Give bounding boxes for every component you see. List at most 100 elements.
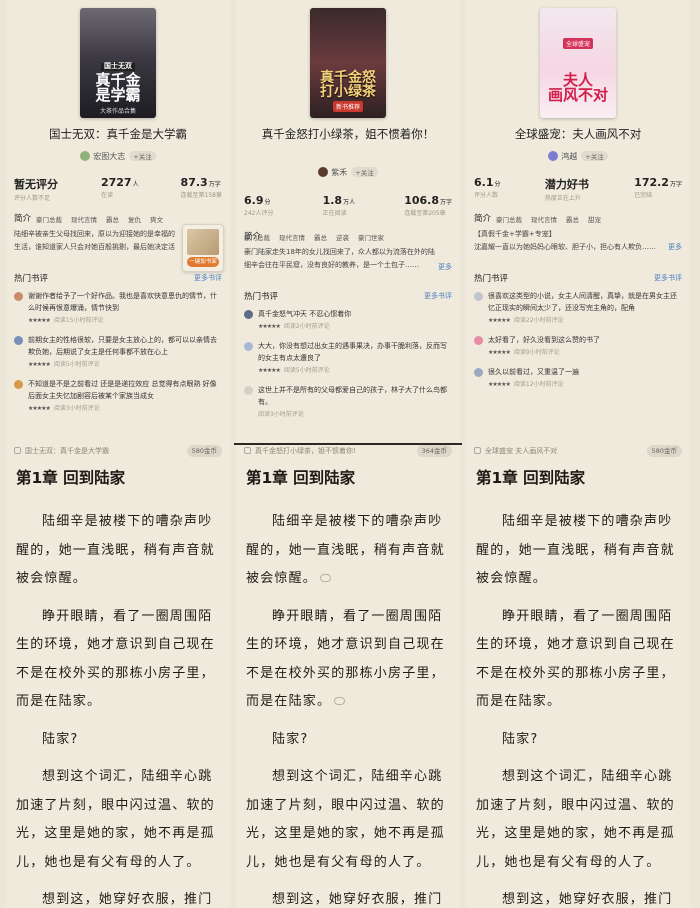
more-reviews-link[interactable]: 更多书评	[194, 273, 222, 283]
more-link[interactable]: 更多	[438, 262, 452, 272]
tag[interactable]: 霸总	[566, 216, 579, 224]
book-column-2: 真千金怒 打小绿茶 新书推荐 真千金怒打小绿茶，姐不惯着你！ 紫禾 +关注 6.9…	[236, 0, 460, 908]
stat-readers: 1.8万人 正在阅读	[322, 194, 356, 217]
hot-reviews-label: 热门书评	[244, 292, 279, 302]
author-avatar	[548, 151, 559, 161]
review-item[interactable]: 太好看了，好久没看到这么赞的书了 ★★★★★ 阅读9小时前评论	[474, 334, 680, 356]
rating-stars: ★★★★★	[28, 361, 51, 368]
add-to-shelf-button[interactable]: 一键加书架	[187, 257, 219, 267]
cover-title-line: 是学霸	[95, 86, 141, 105]
chapter-body: 陆细辛是被楼下的嘈杂声吵醒的，她一直浅眠，稍有声音就被会惊醒。 睁开眼睛，看了一…	[16, 508, 226, 908]
review-item[interactable]: 很久以前看过，又重温了一遍 ★★★★★ 阅读12小时前评论	[474, 366, 680, 388]
paragraph: 睁开眼睛，看了一圈周围陌生的环境，她才意识到自己现在不是在校外买的那栋小房子里，…	[476, 608, 675, 710]
intro-label: 简介	[14, 214, 32, 224]
tag[interactable]: 复仇	[128, 216, 141, 224]
stats-row: 暂无评分 评分人数不足 2727人 在读 87.3万字 连载至第158章	[14, 176, 222, 202]
review-item[interactable]: 这世上并不是所有的父母都爱自己的孩子，林子大了什么鸟都有。 阅读3小时前评论	[244, 384, 450, 418]
tag[interactable]: 爽文	[150, 216, 163, 224]
tag[interactable]: 豪门总裁	[496, 216, 522, 224]
cover-title-line: 打小绿茶	[320, 84, 376, 101]
author-row: 鸿越 +关注	[466, 151, 690, 162]
intro-text[interactable]: 陆细辛被亲生父母找回来，原以为迎接她的是幸福的生活，谁知道家人只会对她百般挑剔，…	[14, 228, 180, 254]
tag[interactable]: 霸总	[314, 234, 327, 242]
follow-button[interactable]: +关注	[581, 151, 608, 161]
reviewer-avatar	[244, 342, 253, 351]
stat-words[interactable]: 172.2万字 已完结	[634, 176, 682, 202]
review-meta: 阅读22小时前评论	[513, 317, 564, 324]
back-icon[interactable]	[474, 447, 481, 454]
reviewer-avatar	[474, 336, 483, 345]
tag-list: 豪门总裁 现代言情 霸总 逆袭 豪门世家	[244, 232, 454, 242]
book-cover[interactable]: 全球盛宠 夫人 画风不对	[540, 8, 616, 118]
follow-button[interactable]: +关注	[351, 167, 378, 177]
rating-stars: ★★★★★	[258, 323, 281, 330]
reviewer-avatar	[474, 292, 483, 301]
stat-rating[interactable]: 6.9分 242人评分	[244, 194, 273, 217]
review-item[interactable]: 前期女主的性格很软，只要是女主放心上的，都可以以亲情去欺负她，后期说了女主是任何…	[14, 334, 220, 368]
comment-icon[interactable]	[334, 697, 346, 705]
book-title: 国士无双：真千金是大学霸	[49, 127, 187, 141]
chapter-body: 陆细辛是被楼下的嘈杂声吵醒的，她一直浅眠，稍有声音就被会惊醒。 睁开眼睛，看了一…	[476, 508, 686, 908]
paragraph: 想到这个词汇，陆细辛心跳加速了片刻，眼中闪过温、软的光，这里是她的家，她不再是孤…	[246, 769, 445, 870]
review-item[interactable]: 谢谢作者给予了一个好作品。我也是喜欢快意恩仇的情节，什么时候再恨意爆涌，情节快到…	[14, 290, 220, 324]
book-cover[interactable]: 真千金怒 打小绿茶 新书推荐	[310, 8, 386, 118]
intro-text[interactable]: 【真假千金+学霸+专宠】 沈嘉耀一直以为她妈妈心眼软、胆子小，担心有人欺负……	[474, 228, 670, 254]
review-text: 这世上并不是所有的父母都爱自己的孩子，林子大了什么鸟都有。	[258, 386, 447, 406]
tag[interactable]: 逆袭	[336, 234, 349, 242]
tag[interactable]: 豪门总裁	[244, 234, 270, 242]
author-name[interactable]: 鸿越	[561, 152, 577, 161]
paragraph: 想到这，她穿好衣服，推门下	[42, 892, 213, 907]
reviewer-avatar	[474, 368, 483, 377]
tag[interactable]: 现代言情	[71, 216, 97, 224]
tag[interactable]: 豪门总裁	[36, 216, 62, 224]
hot-reviews-label: 热门书评	[474, 274, 509, 284]
hot-reviews-label: 热门书评	[14, 274, 49, 284]
intro-line: 沈嘉耀一直以为她妈妈心眼软、胆子小，担心有人欺负……	[474, 243, 656, 251]
tag[interactable]: 现代言情	[279, 234, 305, 242]
review-item[interactable]: 大大，你没有想过出女主的遇事果决，办事干脆利落，反而写的女主有点太遭良了 ★★★…	[244, 340, 450, 374]
reviewer-avatar	[14, 380, 23, 389]
review-meta: 阅读3小时前评论	[258, 411, 304, 418]
tag[interactable]: 霸总	[106, 216, 119, 224]
add-to-shelf-popup[interactable]: 一键加书架	[182, 224, 224, 272]
follow-button[interactable]: +关注	[129, 151, 156, 161]
price-pill[interactable]: 580金币	[186, 445, 222, 457]
back-icon[interactable]	[14, 447, 21, 454]
stat-rating[interactable]: 暂无评分 评分人数不足	[14, 176, 59, 202]
book-title: 真千金怒打小绿茶，姐不惯着你！	[261, 127, 435, 141]
paragraph: 想到这，她穿好衣服，推门下	[272, 892, 443, 907]
review-item[interactable]: 很喜欢这类型的小说，女主人间清醒，真挚，就是在男女主还忆正现实的瞬间太少了，还没…	[474, 290, 680, 324]
review-meta: 阅读9小时前评论	[513, 349, 560, 356]
more-reviews-link[interactable]: 更多书评	[424, 291, 452, 301]
cover-badge: 新书推荐	[332, 101, 364, 112]
progress-scrubber[interactable]	[234, 443, 462, 445]
rating-stars: ★★★★★	[28, 317, 51, 324]
more-link[interactable]: 更多	[668, 242, 682, 252]
stat-rating[interactable]: 6.1分 评分人数	[474, 176, 501, 202]
chapter-title: 第1章 回到陆家	[16, 469, 126, 487]
stat-words[interactable]: 87.3万字 连载至第158章	[181, 176, 222, 202]
more-reviews-link[interactable]: 更多书评	[654, 273, 682, 283]
stat-words[interactable]: 106.8万字 连载至第205章	[404, 194, 452, 217]
price-pill[interactable]: 364金币	[416, 445, 452, 457]
author-name[interactable]: 紫禾	[331, 168, 347, 177]
tag[interactable]: 现代言情	[531, 216, 557, 224]
cover-title-line: 画风不对	[547, 86, 608, 105]
author-name[interactable]: 宏图大志	[93, 152, 125, 161]
review-item[interactable]: 不知道是不是之前看过 还是是递拉效应 总觉得有点眼熟 好像后面女主失忆加剧容后被…	[14, 378, 220, 412]
reader-top-bar: 国士无双：真千金是大学霸 580金币	[14, 442, 222, 460]
price-pill[interactable]: 580金币	[646, 445, 682, 457]
tag[interactable]: 甜宠	[588, 216, 601, 224]
stats-row: 6.9分 242人评分 1.8万人 正在阅读 106.8万字 连载至第205章	[244, 194, 452, 217]
review-item[interactable]: 真千金怒气冲天 不忍心惯着你 ★★★★★ 阅读2小时前评论	[244, 308, 450, 330]
paragraph: 想到这个词汇，陆细辛心跳加速了片刻，眼中闪过温、软的光，这里是她的家，她不再是孤…	[16, 769, 215, 870]
back-icon[interactable]	[244, 447, 251, 454]
intro-text[interactable]: 豪门陆家走失18年的女儿找回来了，众人都以为流落在外的陆细辛会往在平民窟，没有良…	[244, 246, 440, 272]
paragraph: 想到这个词汇，陆细辛心跳加速了片刻，眼中闪过温、软的光，这里是她的家，她不再是孤…	[476, 769, 675, 870]
comment-icon[interactable]	[320, 574, 332, 582]
tag[interactable]: 豪门世家	[358, 234, 384, 242]
review-text: 谢谢作者给予了一个好作品。我也是喜欢快意恩仇的情节，什么时候再恨意爆涌，情节快到	[28, 292, 217, 312]
popup-image	[187, 229, 219, 255]
rating-stars: ★★★★★	[258, 367, 281, 374]
book-cover[interactable]: 国士无双 真千金 是学霸 大茶作品合集	[80, 8, 156, 118]
